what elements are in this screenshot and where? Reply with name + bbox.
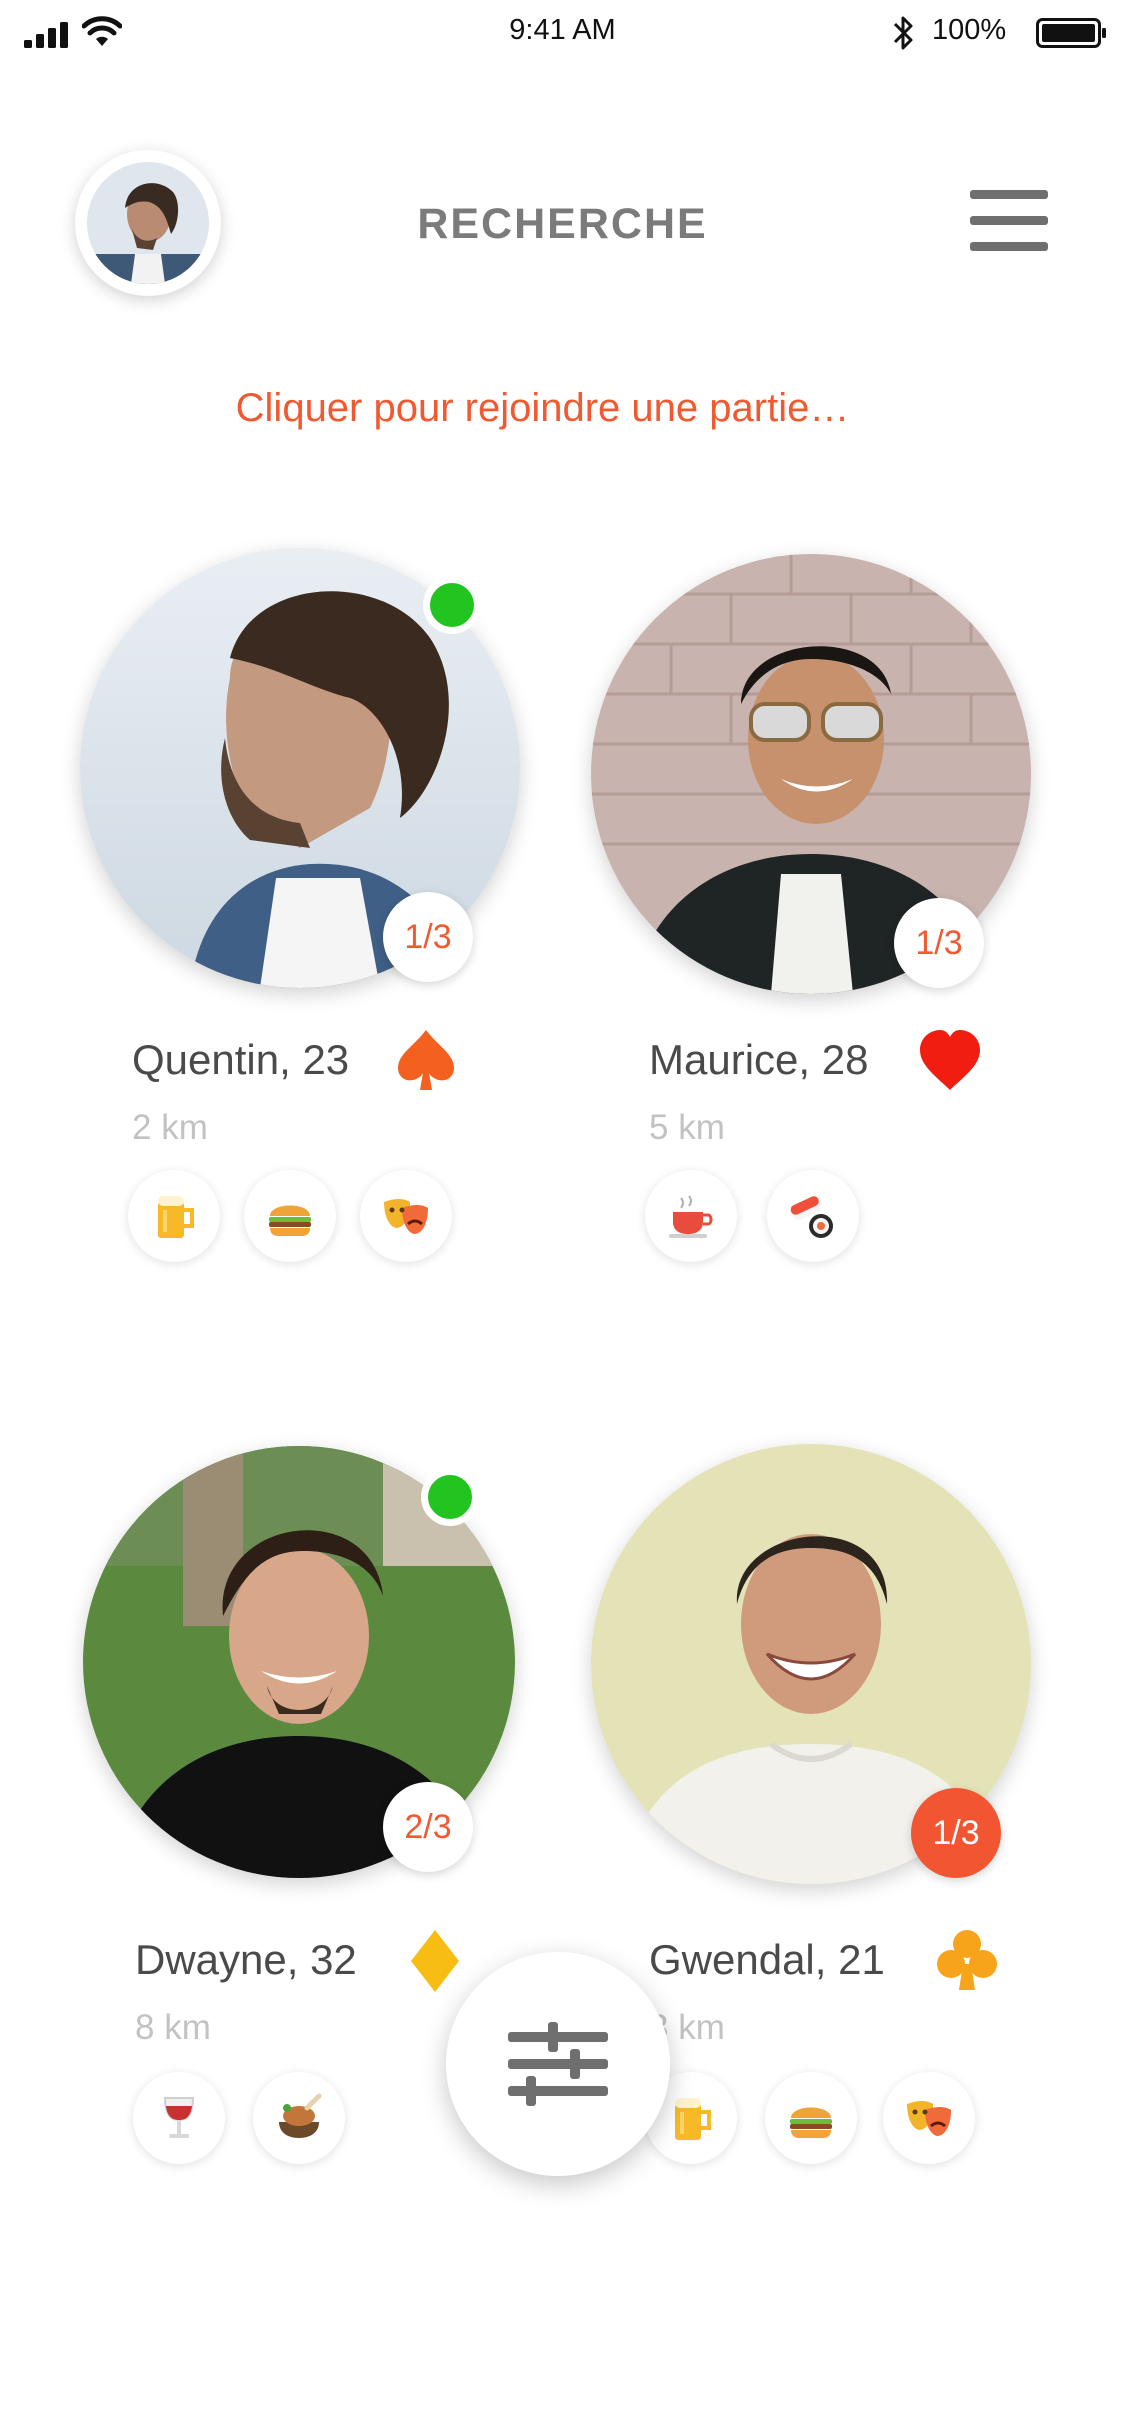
- battery-percent: 100%: [932, 14, 1007, 46]
- player-photo[interactable]: 2/3: [83, 1446, 515, 1878]
- slots-badge: 1/3: [894, 898, 984, 988]
- player-name: Maurice, 28: [649, 1036, 869, 1083]
- hamburger-menu-icon[interactable]: [970, 190, 1048, 252]
- online-indicator: [423, 576, 481, 634]
- food-icon: [253, 2072, 345, 2164]
- spade-icon: [398, 1030, 454, 1090]
- player-photo[interactable]: 1/3: [591, 1444, 1031, 1884]
- filter-sliders-icon: [508, 2022, 608, 2106]
- slots-badge: 1/3: [383, 892, 473, 982]
- sushi-icon: [767, 1170, 859, 1262]
- coffee-icon: [645, 1170, 737, 1262]
- diamond-icon: [411, 1930, 459, 1992]
- slots-badge: 2/3: [383, 1782, 473, 1872]
- player-photo[interactable]: 1/3: [80, 548, 520, 988]
- join-game-hint[interactable]: Cliquer pour rejoindre une partie…: [0, 386, 1085, 431]
- battery-icon: [1036, 18, 1106, 48]
- filter-button[interactable]: [446, 1952, 670, 2176]
- player-card-quentin[interactable]: 1/3 Quentin, 23 2 km: [80, 548, 580, 1268]
- online-indicator: [421, 1468, 479, 1526]
- player-name: Gwendal, 21: [649, 1936, 885, 1983]
- player-distance: 2 km: [132, 1108, 208, 1147]
- player-card-maurice[interactable]: 1/3 Maurice, 28 5 km: [591, 554, 1091, 1274]
- page-title: RECHERCHE: [417, 200, 708, 248]
- wine-icon: [133, 2072, 225, 2164]
- beer-icon: [128, 1170, 220, 1262]
- player-distance: 5 km: [649, 1108, 725, 1147]
- burger-icon: [244, 1170, 336, 1262]
- player-name: Quentin, 23: [132, 1036, 350, 1083]
- player-name: Dwayne, 32: [135, 1936, 357, 1983]
- slots-badge: 1/3: [911, 1788, 1001, 1878]
- bluetooth-icon: [893, 16, 913, 50]
- heart-icon: [920, 1030, 980, 1090]
- player-photo[interactable]: 1/3: [591, 554, 1031, 994]
- player-distance: 8 km: [135, 2008, 211, 2047]
- theater-masks-icon: [883, 2072, 975, 2164]
- status-bar: 9:41 AM 100%: [0, 0, 1125, 66]
- club-icon: [937, 1930, 997, 1990]
- theater-masks-icon: [360, 1170, 452, 1262]
- burger-icon: [765, 2072, 857, 2164]
